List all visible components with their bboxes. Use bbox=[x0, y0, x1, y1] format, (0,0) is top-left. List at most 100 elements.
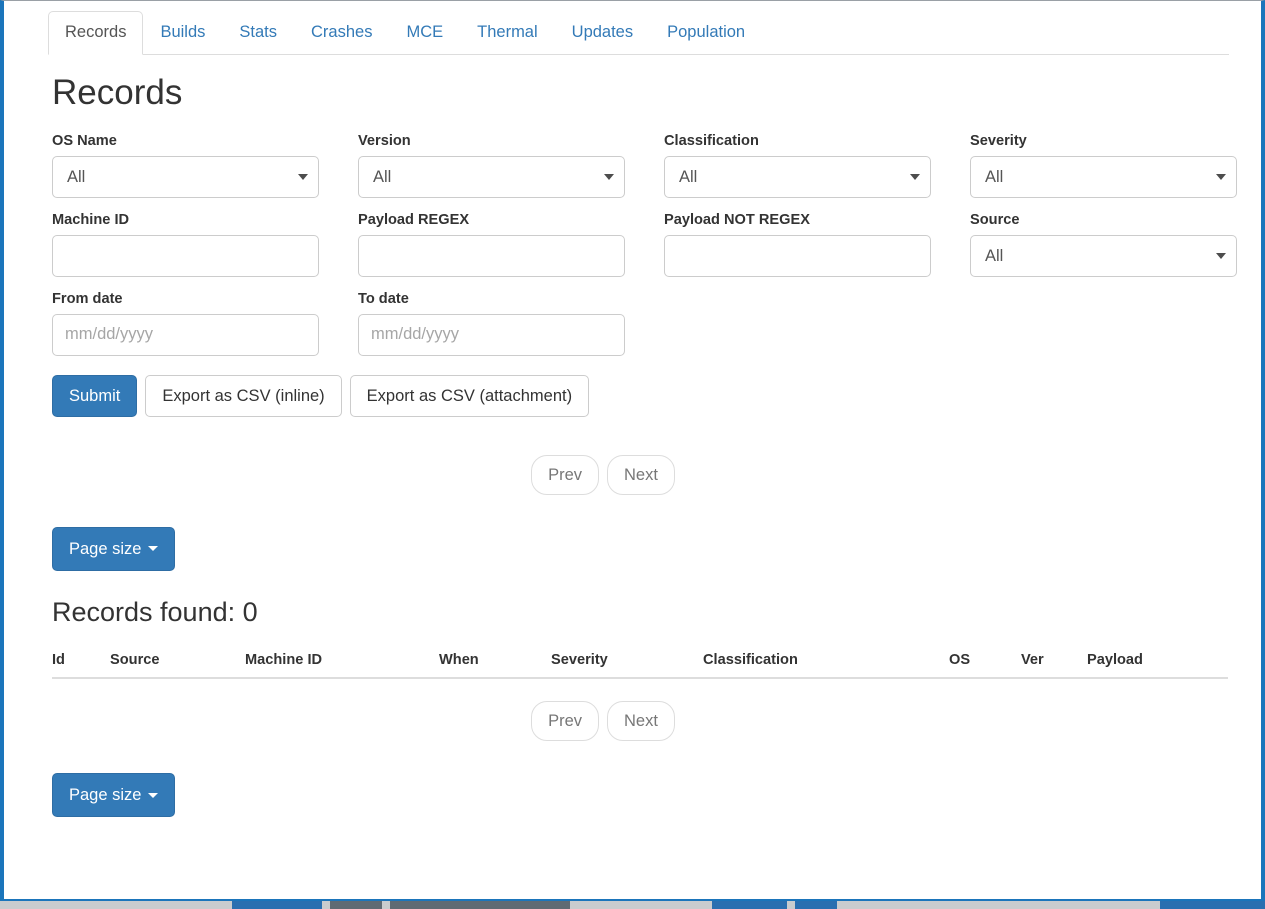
tab-mce-link[interactable]: MCE bbox=[389, 11, 460, 55]
from-date-input[interactable] bbox=[52, 313, 319, 356]
to-date-label: To date bbox=[358, 290, 409, 307]
page-size-top-label: Page size bbox=[69, 539, 142, 558]
export-csv-attachment-button[interactable]: Export as CSV (attachment) bbox=[349, 374, 590, 417]
tab-updates-link[interactable]: Updates bbox=[555, 11, 650, 55]
tab-stats[interactable]: Stats bbox=[222, 11, 294, 54]
tab-stats-link[interactable]: Stats bbox=[222, 11, 294, 55]
severity-label: Severity bbox=[970, 132, 1027, 149]
browser-window: Records Builds Stats Crashes MCE Thermal… bbox=[0, 0, 1265, 901]
field-payload-regex: Payload REGEX bbox=[358, 211, 661, 277]
page-size-bottom-wrap: Page size bbox=[52, 773, 1229, 818]
os-taskbar[interactable] bbox=[0, 901, 1265, 909]
taskbar-item[interactable] bbox=[232, 901, 322, 909]
tab-crashes-link[interactable]: Crashes bbox=[294, 11, 389, 55]
tab-thermal[interactable]: Thermal bbox=[460, 11, 555, 54]
pager-bottom-next-link[interactable]: Next bbox=[607, 701, 675, 742]
tab-population[interactable]: Population bbox=[650, 11, 762, 54]
field-from-date: From date bbox=[52, 290, 355, 356]
taskbar-item[interactable] bbox=[390, 901, 570, 909]
pager-bottom-next[interactable]: Next bbox=[607, 701, 675, 742]
field-severity: Severity All bbox=[970, 132, 1261, 198]
field-version: Version All bbox=[358, 132, 661, 198]
version-label: Version bbox=[358, 132, 411, 149]
tab-records-link[interactable]: Records bbox=[48, 11, 144, 55]
export-csv-inline-button[interactable]: Export as CSV (inline) bbox=[145, 374, 342, 417]
tab-mce[interactable]: MCE bbox=[389, 11, 460, 54]
results-count-title: Records found: 0 bbox=[52, 596, 258, 627]
severity-selected-value: All bbox=[970, 155, 1237, 198]
field-machine-id: Machine ID bbox=[52, 211, 355, 277]
main-tab-bar: Records Builds Stats Crashes MCE Thermal… bbox=[48, 2, 1229, 55]
column-header-source[interactable]: Source bbox=[110, 644, 245, 680]
page-size-bottom-button[interactable]: Page size bbox=[52, 773, 176, 818]
classification-select[interactable]: All bbox=[664, 155, 931, 198]
classification-selected-value: All bbox=[664, 155, 931, 198]
machine-id-input[interactable] bbox=[52, 234, 319, 277]
column-header-when[interactable]: When bbox=[439, 644, 551, 680]
caret-down-icon bbox=[148, 792, 159, 798]
pager-top-prev[interactable]: Prev bbox=[531, 454, 599, 495]
field-source: Source All bbox=[970, 211, 1261, 277]
tab-records[interactable]: Records bbox=[48, 11, 144, 55]
taskbar-item[interactable] bbox=[795, 901, 837, 909]
page-size-top-wrap: Page size bbox=[52, 526, 1229, 571]
pager-top: Prev Next bbox=[531, 454, 675, 495]
filter-row-2: Machine ID Payload REGEX Payload NOT REG… bbox=[52, 211, 1237, 277]
payload-not-regex-input[interactable] bbox=[664, 234, 931, 277]
filter-row-1: OS Name All Version All Classification A… bbox=[52, 132, 1237, 198]
action-button-row: Submit Export as CSV (inline) Export as … bbox=[52, 374, 1229, 417]
tab-builds-link[interactable]: Builds bbox=[143, 11, 222, 55]
column-header-ver[interactable]: Ver bbox=[1021, 644, 1087, 680]
column-header-id[interactable]: Id bbox=[52, 644, 110, 680]
filter-row-3-spacer-a bbox=[664, 290, 967, 356]
source-select[interactable]: All bbox=[970, 234, 1237, 277]
tab-crashes[interactable]: Crashes bbox=[294, 11, 389, 54]
tab-builds[interactable]: Builds bbox=[143, 11, 222, 54]
pagination-bottom: Prev Next bbox=[52, 701, 1229, 742]
field-to-date: To date bbox=[358, 290, 661, 356]
payload-not-regex-label: Payload NOT REGEX bbox=[664, 211, 810, 228]
pagination-top: Prev Next bbox=[52, 454, 1229, 495]
payload-regex-input[interactable] bbox=[358, 234, 625, 277]
submit-button[interactable]: Submit bbox=[52, 374, 138, 417]
version-select[interactable]: All bbox=[358, 155, 625, 198]
taskbar-item[interactable] bbox=[712, 901, 787, 909]
filter-row-3-spacer-b bbox=[970, 290, 1261, 356]
pager-bottom-prev[interactable]: Prev bbox=[531, 701, 599, 742]
page-title: Records bbox=[52, 73, 183, 112]
pager-bottom-prev-link[interactable]: Prev bbox=[531, 701, 599, 742]
from-date-label: From date bbox=[52, 290, 123, 307]
tab-thermal-link[interactable]: Thermal bbox=[460, 11, 555, 55]
taskbar-item[interactable] bbox=[1160, 901, 1265, 909]
pager-top-next[interactable]: Next bbox=[607, 454, 675, 495]
payload-regex-label: Payload REGEX bbox=[358, 211, 470, 228]
taskbar-item[interactable] bbox=[330, 901, 382, 909]
to-date-input[interactable] bbox=[358, 313, 625, 356]
pager-bottom: Prev Next bbox=[531, 701, 675, 742]
tab-updates[interactable]: Updates bbox=[555, 11, 650, 54]
field-payload-not-regex: Payload NOT REGEX bbox=[664, 211, 967, 277]
os-name-select[interactable]: All bbox=[52, 155, 319, 198]
pager-top-next-link[interactable]: Next bbox=[607, 454, 675, 495]
column-header-payload[interactable]: Payload bbox=[1087, 644, 1228, 680]
records-table: Id Source Machine ID When Severity Class… bbox=[52, 644, 1228, 680]
page-content: Records Builds Stats Crashes MCE Thermal… bbox=[8, 2, 1261, 899]
column-header-os[interactable]: OS bbox=[949, 644, 1021, 680]
records-panel: Records OS Name All Version All Classifi… bbox=[8, 73, 1261, 818]
column-header-severity[interactable]: Severity bbox=[551, 644, 703, 680]
pager-top-prev-link[interactable]: Prev bbox=[531, 454, 599, 495]
field-os-name: OS Name All bbox=[52, 132, 355, 198]
column-header-machine-id[interactable]: Machine ID bbox=[245, 644, 439, 680]
page-size-top-button[interactable]: Page size bbox=[52, 526, 176, 571]
page-size-bottom-label: Page size bbox=[69, 786, 142, 805]
severity-select[interactable]: All bbox=[970, 155, 1237, 198]
source-label: Source bbox=[970, 211, 1020, 228]
column-header-classification[interactable]: Classification bbox=[703, 644, 949, 680]
source-selected-value: All bbox=[970, 234, 1237, 277]
records-table-head: Id Source Machine ID When Severity Class… bbox=[52, 644, 1228, 680]
tab-population-link[interactable]: Population bbox=[650, 11, 762, 55]
